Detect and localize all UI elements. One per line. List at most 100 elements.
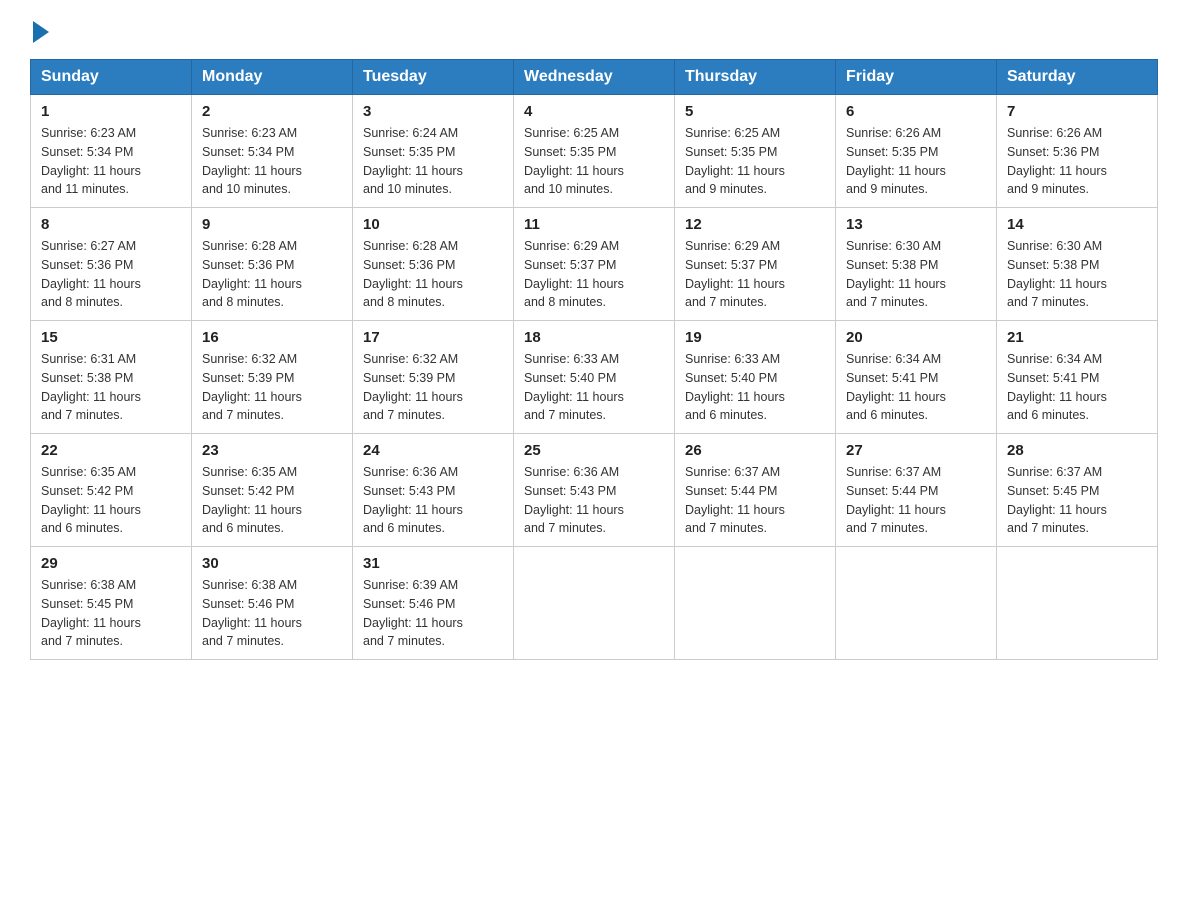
day-number: 5	[685, 103, 825, 120]
calendar-cell: 30 Sunrise: 6:38 AMSunset: 5:46 PMDaylig…	[192, 547, 353, 660]
calendar-header-row: SundayMondayTuesdayWednesdayThursdayFrid…	[31, 60, 1158, 95]
calendar-cell: 15 Sunrise: 6:31 AMSunset: 5:38 PMDaylig…	[31, 321, 192, 434]
calendar-cell	[514, 547, 675, 660]
page-header	[30, 20, 1158, 43]
day-number: 12	[685, 216, 825, 233]
day-number: 16	[202, 329, 342, 346]
day-number: 28	[1007, 442, 1147, 459]
calendar-cell: 7 Sunrise: 6:26 AMSunset: 5:36 PMDayligh…	[997, 95, 1158, 208]
day-info: Sunrise: 6:33 AMSunset: 5:40 PMDaylight:…	[524, 350, 664, 425]
day-info: Sunrise: 6:34 AMSunset: 5:41 PMDaylight:…	[1007, 350, 1147, 425]
calendar-cell: 4 Sunrise: 6:25 AMSunset: 5:35 PMDayligh…	[514, 95, 675, 208]
calendar-cell: 18 Sunrise: 6:33 AMSunset: 5:40 PMDaylig…	[514, 321, 675, 434]
column-header-wednesday: Wednesday	[514, 60, 675, 95]
calendar-table: SundayMondayTuesdayWednesdayThursdayFrid…	[30, 59, 1158, 660]
day-info: Sunrise: 6:30 AMSunset: 5:38 PMDaylight:…	[846, 237, 986, 312]
day-number: 26	[685, 442, 825, 459]
calendar-cell: 10 Sunrise: 6:28 AMSunset: 5:36 PMDaylig…	[353, 208, 514, 321]
day-info: Sunrise: 6:28 AMSunset: 5:36 PMDaylight:…	[202, 237, 342, 312]
column-header-monday: Monday	[192, 60, 353, 95]
calendar-cell: 23 Sunrise: 6:35 AMSunset: 5:42 PMDaylig…	[192, 434, 353, 547]
column-header-saturday: Saturday	[997, 60, 1158, 95]
day-info: Sunrise: 6:26 AMSunset: 5:35 PMDaylight:…	[846, 124, 986, 199]
calendar-week-row: 1 Sunrise: 6:23 AMSunset: 5:34 PMDayligh…	[31, 95, 1158, 208]
day-info: Sunrise: 6:33 AMSunset: 5:40 PMDaylight:…	[685, 350, 825, 425]
column-header-sunday: Sunday	[31, 60, 192, 95]
day-number: 27	[846, 442, 986, 459]
calendar-cell: 2 Sunrise: 6:23 AMSunset: 5:34 PMDayligh…	[192, 95, 353, 208]
day-info: Sunrise: 6:32 AMSunset: 5:39 PMDaylight:…	[363, 350, 503, 425]
day-number: 31	[363, 555, 503, 572]
day-number: 20	[846, 329, 986, 346]
day-info: Sunrise: 6:29 AMSunset: 5:37 PMDaylight:…	[524, 237, 664, 312]
calendar-cell: 26 Sunrise: 6:37 AMSunset: 5:44 PMDaylig…	[675, 434, 836, 547]
calendar-week-row: 29 Sunrise: 6:38 AMSunset: 5:45 PMDaylig…	[31, 547, 1158, 660]
day-number: 1	[41, 103, 181, 120]
calendar-cell: 5 Sunrise: 6:25 AMSunset: 5:35 PMDayligh…	[675, 95, 836, 208]
day-number: 15	[41, 329, 181, 346]
day-info: Sunrise: 6:38 AMSunset: 5:45 PMDaylight:…	[41, 576, 181, 651]
day-info: Sunrise: 6:32 AMSunset: 5:39 PMDaylight:…	[202, 350, 342, 425]
day-number: 21	[1007, 329, 1147, 346]
calendar-cell: 27 Sunrise: 6:37 AMSunset: 5:44 PMDaylig…	[836, 434, 997, 547]
day-number: 4	[524, 103, 664, 120]
logo-triangle-icon	[33, 21, 49, 43]
day-number: 29	[41, 555, 181, 572]
day-info: Sunrise: 6:39 AMSunset: 5:46 PMDaylight:…	[363, 576, 503, 651]
day-number: 10	[363, 216, 503, 233]
calendar-cell: 21 Sunrise: 6:34 AMSunset: 5:41 PMDaylig…	[997, 321, 1158, 434]
day-info: Sunrise: 6:35 AMSunset: 5:42 PMDaylight:…	[41, 463, 181, 538]
calendar-cell: 11 Sunrise: 6:29 AMSunset: 5:37 PMDaylig…	[514, 208, 675, 321]
day-info: Sunrise: 6:36 AMSunset: 5:43 PMDaylight:…	[363, 463, 503, 538]
calendar-cell: 28 Sunrise: 6:37 AMSunset: 5:45 PMDaylig…	[997, 434, 1158, 547]
day-number: 24	[363, 442, 503, 459]
calendar-cell	[675, 547, 836, 660]
day-number: 19	[685, 329, 825, 346]
calendar-cell: 20 Sunrise: 6:34 AMSunset: 5:41 PMDaylig…	[836, 321, 997, 434]
day-number: 11	[524, 216, 664, 233]
calendar-cell: 29 Sunrise: 6:38 AMSunset: 5:45 PMDaylig…	[31, 547, 192, 660]
calendar-cell	[997, 547, 1158, 660]
day-info: Sunrise: 6:26 AMSunset: 5:36 PMDaylight:…	[1007, 124, 1147, 199]
day-info: Sunrise: 6:30 AMSunset: 5:38 PMDaylight:…	[1007, 237, 1147, 312]
calendar-cell: 19 Sunrise: 6:33 AMSunset: 5:40 PMDaylig…	[675, 321, 836, 434]
calendar-cell: 31 Sunrise: 6:39 AMSunset: 5:46 PMDaylig…	[353, 547, 514, 660]
day-info: Sunrise: 6:29 AMSunset: 5:37 PMDaylight:…	[685, 237, 825, 312]
calendar-cell: 1 Sunrise: 6:23 AMSunset: 5:34 PMDayligh…	[31, 95, 192, 208]
calendar-cell: 22 Sunrise: 6:35 AMSunset: 5:42 PMDaylig…	[31, 434, 192, 547]
calendar-week-row: 8 Sunrise: 6:27 AMSunset: 5:36 PMDayligh…	[31, 208, 1158, 321]
day-number: 18	[524, 329, 664, 346]
day-number: 8	[41, 216, 181, 233]
day-number: 6	[846, 103, 986, 120]
day-info: Sunrise: 6:25 AMSunset: 5:35 PMDaylight:…	[524, 124, 664, 199]
day-number: 23	[202, 442, 342, 459]
day-number: 30	[202, 555, 342, 572]
day-info: Sunrise: 6:35 AMSunset: 5:42 PMDaylight:…	[202, 463, 342, 538]
calendar-cell: 9 Sunrise: 6:28 AMSunset: 5:36 PMDayligh…	[192, 208, 353, 321]
day-number: 2	[202, 103, 342, 120]
day-number: 9	[202, 216, 342, 233]
day-info: Sunrise: 6:25 AMSunset: 5:35 PMDaylight:…	[685, 124, 825, 199]
day-info: Sunrise: 6:28 AMSunset: 5:36 PMDaylight:…	[363, 237, 503, 312]
day-number: 13	[846, 216, 986, 233]
day-number: 22	[41, 442, 181, 459]
day-number: 7	[1007, 103, 1147, 120]
calendar-cell	[836, 547, 997, 660]
day-info: Sunrise: 6:37 AMSunset: 5:44 PMDaylight:…	[846, 463, 986, 538]
day-info: Sunrise: 6:34 AMSunset: 5:41 PMDaylight:…	[846, 350, 986, 425]
calendar-cell: 16 Sunrise: 6:32 AMSunset: 5:39 PMDaylig…	[192, 321, 353, 434]
day-info: Sunrise: 6:31 AMSunset: 5:38 PMDaylight:…	[41, 350, 181, 425]
day-info: Sunrise: 6:38 AMSunset: 5:46 PMDaylight:…	[202, 576, 342, 651]
calendar-cell: 24 Sunrise: 6:36 AMSunset: 5:43 PMDaylig…	[353, 434, 514, 547]
calendar-cell: 6 Sunrise: 6:26 AMSunset: 5:35 PMDayligh…	[836, 95, 997, 208]
column-header-friday: Friday	[836, 60, 997, 95]
column-header-tuesday: Tuesday	[353, 60, 514, 95]
calendar-cell: 17 Sunrise: 6:32 AMSunset: 5:39 PMDaylig…	[353, 321, 514, 434]
calendar-cell: 12 Sunrise: 6:29 AMSunset: 5:37 PMDaylig…	[675, 208, 836, 321]
calendar-cell: 25 Sunrise: 6:36 AMSunset: 5:43 PMDaylig…	[514, 434, 675, 547]
day-info: Sunrise: 6:24 AMSunset: 5:35 PMDaylight:…	[363, 124, 503, 199]
day-info: Sunrise: 6:37 AMSunset: 5:45 PMDaylight:…	[1007, 463, 1147, 538]
calendar-cell: 14 Sunrise: 6:30 AMSunset: 5:38 PMDaylig…	[997, 208, 1158, 321]
calendar-cell: 3 Sunrise: 6:24 AMSunset: 5:35 PMDayligh…	[353, 95, 514, 208]
column-header-thursday: Thursday	[675, 60, 836, 95]
